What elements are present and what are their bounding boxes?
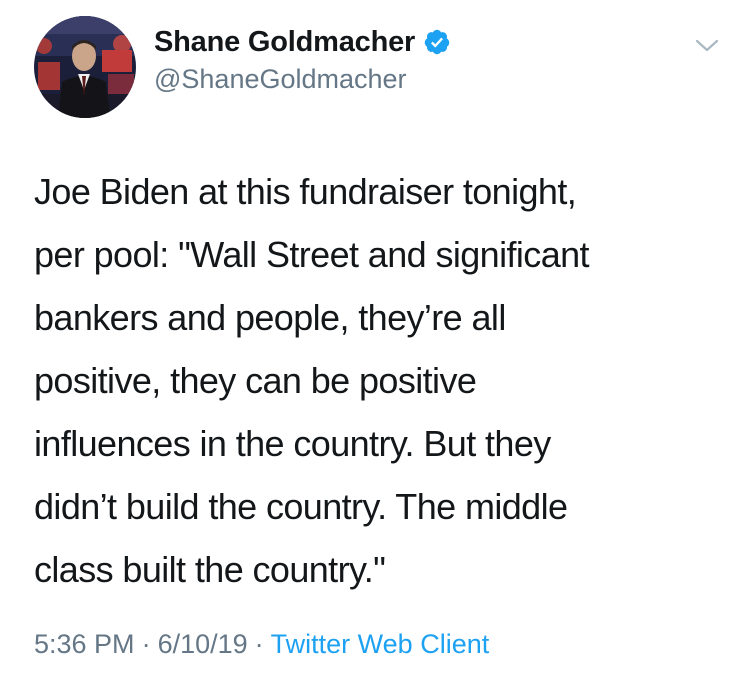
meta-separator: · <box>254 629 264 659</box>
tweet-text-line: per pool: "Wall Street and significant <box>34 234 590 275</box>
tweet-text-line: class built the country." <box>34 549 386 590</box>
tweet-time[interactable]: 5:36 PM <box>34 629 135 660</box>
tweet-text-line: influences in the country. But they <box>34 423 551 464</box>
author-display-name[interactable]: Shane Goldmacher <box>154 26 415 59</box>
tweet-source-link[interactable]: Twitter Web Client <box>271 629 490 660</box>
verified-badge-icon <box>423 28 451 56</box>
meta-separator: · <box>141 629 151 659</box>
tweet-text-line: positive, they can be positive <box>34 360 477 401</box>
author-handle[interactable]: @ShaneGoldmacher <box>154 64 407 95</box>
author-name-row: Shane Goldmacher <box>154 25 451 59</box>
avatar[interactable] <box>34 16 136 118</box>
tweet-text-line: Joe Biden at this fundraiser tonight, <box>34 171 577 212</box>
tweet-text: Joe Biden at this fundraiser tonight, pe… <box>34 160 724 601</box>
tweet-metadata: 5:36 PM · 6/10/19 · Twitter Web Client <box>34 629 489 660</box>
avatar-image <box>34 16 136 118</box>
tweet-card: Shane Goldmacher @ShaneGoldmacher Joe Bi… <box>0 0 750 686</box>
tweet-text-line: bankers and people, they’re all <box>34 297 506 338</box>
tweet-text-line: didn’t build the country. The middle <box>34 486 568 527</box>
tweet-date[interactable]: 6/10/19 <box>158 629 248 660</box>
chevron-down-icon[interactable] <box>692 30 722 60</box>
